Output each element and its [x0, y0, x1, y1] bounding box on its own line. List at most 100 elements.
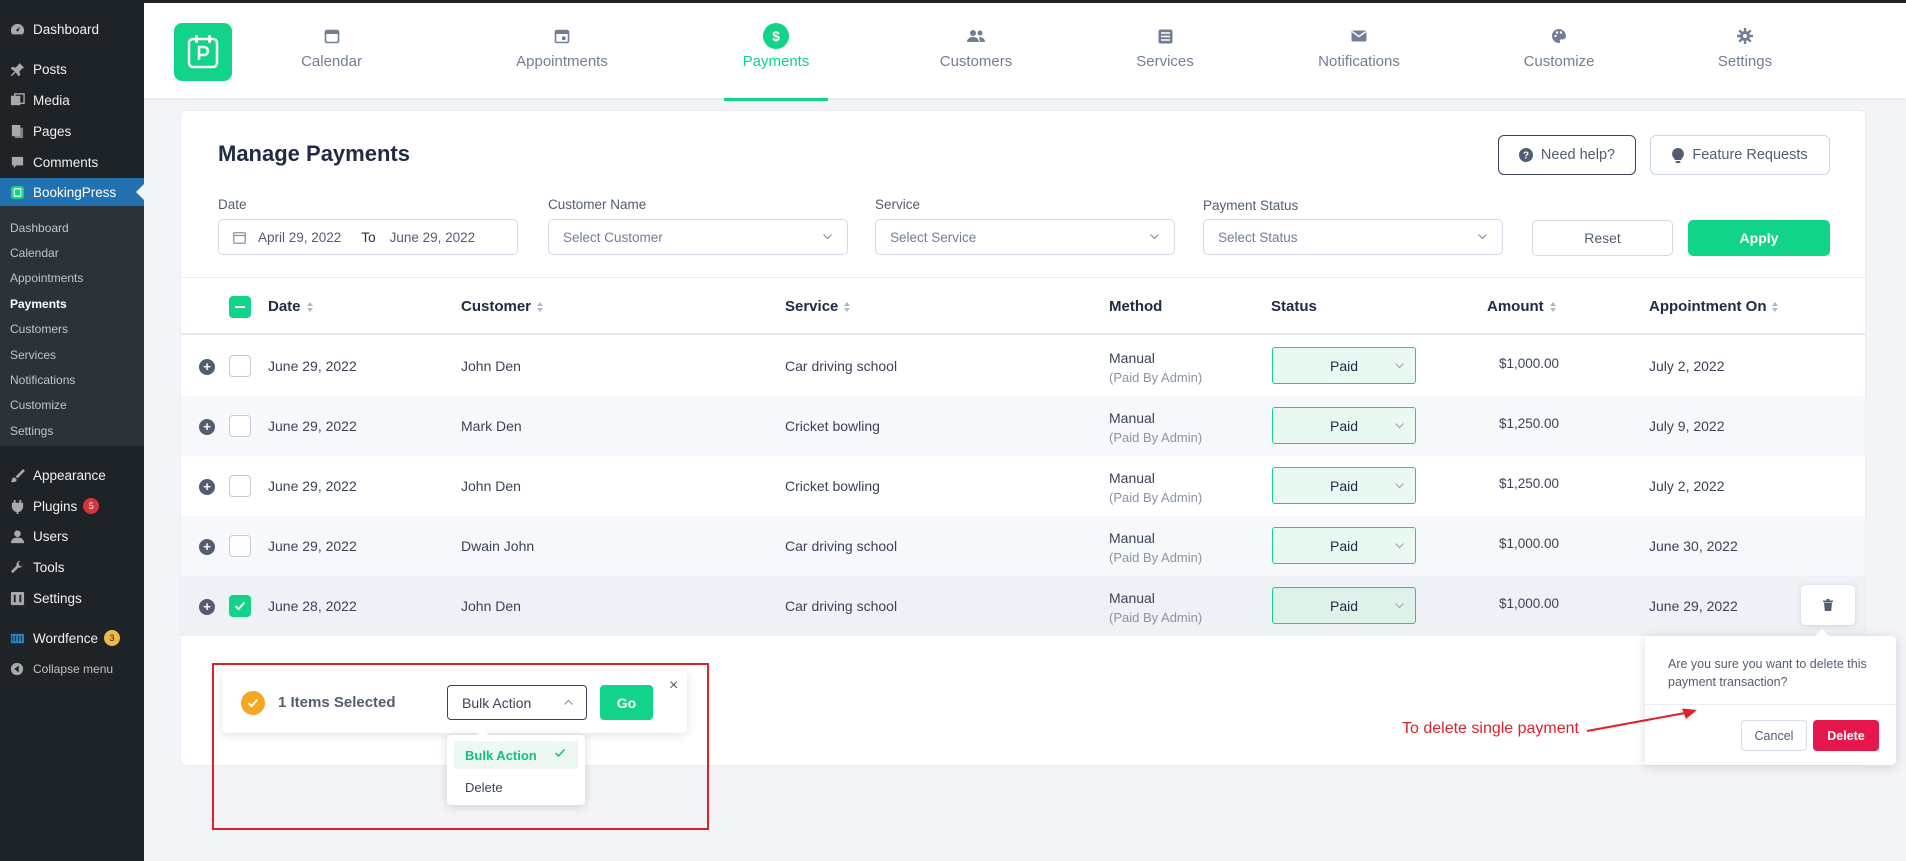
cell-customer: John Den	[461, 358, 521, 374]
sort-icon	[306, 301, 313, 312]
tab-customize[interactable]: Customize	[1510, 23, 1608, 101]
cell-method: Manual (Paid By Admin)	[1109, 590, 1203, 625]
cell-date: June 29, 2022	[268, 538, 357, 554]
status-select[interactable]: Paid	[1272, 347, 1416, 384]
table-row: + June 29, 2022 Dwain John Car driving s…	[181, 516, 1865, 576]
expand-row-icon[interactable]: +	[199, 479, 215, 495]
wp-menu-comments[interactable]: Comments	[0, 148, 144, 176]
trash-icon	[1823, 599, 1833, 611]
cell-customer: Dwain John	[461, 538, 535, 554]
chevron-down-icon	[823, 234, 832, 240]
cell-customer: John Den	[461, 478, 521, 494]
bulk-action-select[interactable]: Bulk Action	[447, 685, 587, 720]
confirm-delete-button[interactable]: Delete	[1813, 720, 1879, 751]
row-checkbox[interactable]	[229, 415, 251, 437]
cell-date: June 29, 2022	[268, 418, 357, 434]
wp-submenu-item[interactable]: Services	[10, 348, 56, 362]
column-header-service[interactable]: Service	[785, 298, 851, 315]
wp-menu-appearance[interactable]: Appearance	[0, 461, 144, 489]
service-select[interactable]: Select Service	[875, 219, 1175, 255]
bookingpress-icon	[9, 184, 25, 200]
wp-submenu-item[interactable]: Customers	[10, 322, 68, 336]
brush-icon	[9, 467, 25, 483]
calendar-icon	[324, 29, 339, 44]
wp-submenu-item[interactable]: Notifications	[10, 373, 75, 387]
wp-menu-label: BookingPress	[33, 184, 117, 200]
tab-settings[interactable]: Settings	[1702, 23, 1788, 101]
wp-menu-pages[interactable]: Pages	[0, 117, 144, 145]
customer-select[interactable]: Select Customer	[548, 219, 848, 255]
dropdown-option-delete[interactable]: Delete	[454, 773, 578, 801]
reset-button[interactable]: Reset	[1532, 220, 1673, 256]
column-header-date[interactable]: Date	[268, 298, 313, 315]
tab-notifications[interactable]: Notifications	[1304, 23, 1414, 101]
bookingpress-logo[interactable]	[174, 23, 232, 81]
wp-submenu-item[interactable]: Dashboard	[10, 221, 69, 235]
wp-submenu-item[interactable]: Customize	[10, 398, 67, 412]
expand-row-icon[interactable]: +	[199, 599, 215, 615]
feature-requests-label: Feature Requests	[1692, 147, 1808, 163]
sort-icon	[1549, 301, 1556, 312]
row-checkbox[interactable]	[229, 475, 251, 497]
row-checkbox[interactable]	[229, 535, 251, 557]
wp-menu-bookingpress[interactable]: BookingPress	[0, 178, 144, 206]
status-select[interactable]: Paid	[1272, 407, 1416, 444]
apply-button[interactable]: Apply	[1688, 220, 1830, 256]
row-checkbox-checked[interactable]	[229, 595, 251, 617]
status-select[interactable]: Paid	[1272, 527, 1416, 564]
need-help-button[interactable]: ? Need help?	[1498, 135, 1636, 175]
dropdown-option-bulk-action[interactable]: Bulk Action	[454, 741, 578, 769]
delete-row-button[interactable]	[1801, 585, 1855, 625]
cell-service: Cricket bowling	[785, 418, 880, 434]
status-select[interactable]: Paid	[1272, 467, 1416, 504]
wp-menu-wordfence[interactable]: Wordfence 3	[0, 624, 144, 652]
wp-submenu-item[interactable]: Appointments	[10, 271, 83, 285]
envelope-icon	[1351, 30, 1367, 42]
wp-submenu-item[interactable]: Calendar	[10, 246, 59, 260]
wp-admin-sidebar: Dashboard Posts Media Pages Comments Boo…	[0, 0, 144, 861]
tab-customers[interactable]: Customers	[926, 23, 1026, 101]
tab-appointments[interactable]: Appointments	[507, 23, 617, 101]
dollar-icon: $	[763, 23, 789, 49]
close-icon[interactable]: ×	[669, 677, 678, 695]
tab-calendar[interactable]: Calendar	[284, 23, 379, 101]
row-checkbox[interactable]	[229, 355, 251, 377]
tab-label: Customize	[1523, 53, 1595, 70]
date-to-separator: To	[361, 229, 376, 245]
payment-status-select[interactable]: Select Status	[1203, 219, 1503, 255]
date-range-picker[interactable]: April 29, 2022 To June 29, 2022	[218, 219, 518, 255]
table-row: + June 29, 2022 John Den Car driving sch…	[181, 336, 1865, 396]
tab-services[interactable]: Services	[1120, 23, 1210, 101]
wp-submenu-item-active[interactable]: Payments	[10, 297, 67, 311]
tab-payments[interactable]: $ Payments	[724, 23, 828, 101]
cancel-button[interactable]: Cancel	[1741, 720, 1807, 751]
wp-submenu-item[interactable]: Settings	[10, 424, 53, 438]
wp-collapse-menu[interactable]: Collapse menu	[0, 655, 144, 683]
status-select[interactable]: Paid	[1272, 587, 1416, 624]
expand-row-icon[interactable]: +	[199, 419, 215, 435]
service-select-placeholder: Select Service	[890, 229, 977, 245]
select-all-checkbox[interactable]	[229, 296, 251, 318]
wp-menu-tools[interactable]: Tools	[0, 553, 144, 581]
wp-menu-media[interactable]: Media	[0, 86, 144, 114]
column-header-status: Status	[1271, 298, 1317, 315]
tab-label: Customers	[939, 53, 1013, 70]
wp-menu-dashboard[interactable]: Dashboard	[0, 15, 144, 43]
pages-icon	[9, 123, 25, 139]
column-header-customer[interactable]: Customer	[461, 298, 544, 315]
comment-icon	[9, 154, 25, 170]
expand-row-icon[interactable]: +	[199, 359, 215, 375]
wp-menu-plugins[interactable]: Plugins 5	[0, 492, 144, 520]
expand-row-icon[interactable]: +	[199, 539, 215, 555]
wp-menu-settings[interactable]: Settings	[0, 584, 144, 612]
column-header-amount[interactable]: Amount	[1487, 298, 1556, 315]
wp-menu-posts[interactable]: Posts	[0, 55, 144, 83]
column-header-appointment-on[interactable]: Appointment On	[1649, 298, 1779, 315]
chevron-down-icon	[1395, 423, 1404, 429]
payment-status-filter-label: Payment Status	[1203, 198, 1299, 213]
chevron-up-icon	[564, 699, 573, 705]
chevron-down-icon	[1150, 234, 1159, 240]
wp-menu-users[interactable]: Users	[0, 522, 144, 550]
feature-requests-button[interactable]: Feature Requests	[1650, 135, 1830, 175]
go-button[interactable]: Go	[600, 685, 653, 720]
